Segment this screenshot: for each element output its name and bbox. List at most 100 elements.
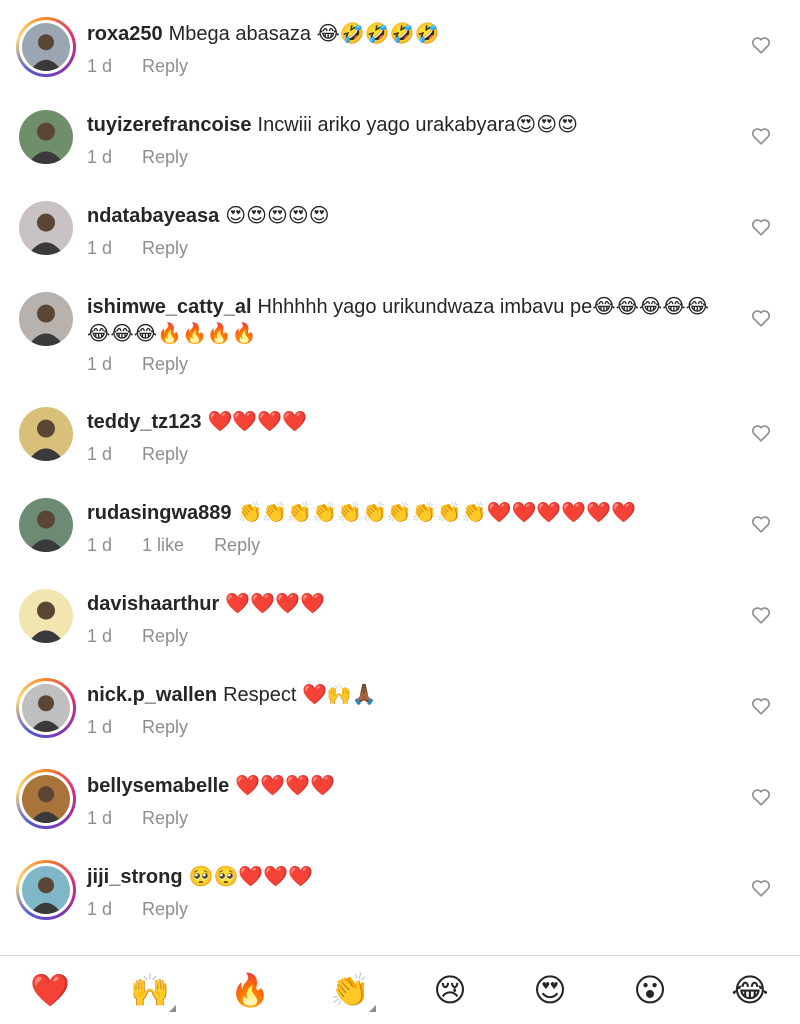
skin-tone-indicator <box>369 1005 376 1012</box>
comment-meta: 1 d Reply <box>87 354 218 375</box>
avatar-photo <box>22 866 70 914</box>
avatar-frame <box>19 292 73 346</box>
reaction-heart-eyes-icon[interactable]: 😍 <box>528 970 572 1010</box>
like-heart-icon[interactable] <box>750 34 772 56</box>
comment-timestamp: 1 d <box>87 808 113 828</box>
comment-meta: 1 d Reply <box>87 626 218 647</box>
comment-username[interactable]: davishaarthur <box>87 593 219 615</box>
reply-button[interactable]: Reply <box>142 899 188 919</box>
avatar[interactable] <box>19 292 73 346</box>
comment-timestamp: 1 d <box>87 717 113 737</box>
comment-meta: 1 d Reply <box>87 238 218 259</box>
avatar-frame <box>19 407 73 461</box>
comment-body: 🥺🥺❤️❤️❤️ <box>188 866 314 888</box>
reply-button[interactable]: Reply <box>142 626 188 646</box>
avatar[interactable] <box>16 678 76 738</box>
reaction-surprised-face-icon[interactable]: 😮 <box>628 970 672 1010</box>
comment-timestamp: 1 d <box>87 147 113 167</box>
avatar-frame <box>19 863 73 917</box>
comment-text: ishimwe_catty_al Hhhhhh yago urikundwaza … <box>87 294 727 348</box>
avatar[interactable] <box>16 860 76 920</box>
reaction-heart-icon[interactable]: ❤️ <box>28 970 72 1010</box>
comment-text: ndatabayeasa 😍😍😍😍😍 <box>87 203 727 230</box>
reply-button[interactable]: Reply <box>142 147 188 167</box>
reaction-tears-of-joy-icon[interactable]: 😂 <box>728 970 772 1010</box>
comment-meta: 1 d Reply <box>87 899 218 920</box>
avatar-frame <box>19 772 73 826</box>
avatar[interactable] <box>19 498 73 552</box>
avatar-frame <box>19 110 73 164</box>
reaction-raising-hands-icon[interactable]: 🙌 <box>128 970 176 1012</box>
comment-username[interactable]: bellysemabelle <box>87 775 229 797</box>
avatar-photo <box>19 407 73 461</box>
comment-meta: 1 d Reply <box>87 147 218 168</box>
comment-username[interactable]: jiji_strong <box>87 866 183 888</box>
reply-button[interactable]: Reply <box>142 717 188 737</box>
reply-button[interactable]: Reply <box>142 238 188 258</box>
like-heart-icon[interactable] <box>750 125 772 147</box>
avatar[interactable] <box>19 589 73 643</box>
comment-timestamp: 1 d <box>87 899 113 919</box>
comment-username[interactable]: ndatabayeasa <box>87 205 219 227</box>
emoji-reaction-bar: ❤️ 🙌 🔥 👏 😢 😍 😮 😂 <box>0 955 800 1024</box>
comment-timestamp: 1 d <box>87 535 113 555</box>
avatar[interactable] <box>16 769 76 829</box>
reaction-fire-icon[interactable]: 🔥 <box>228 970 272 1010</box>
comment-timestamp: 1 d <box>87 444 113 464</box>
like-heart-icon[interactable] <box>750 307 772 329</box>
comment-like-count[interactable]: 1 like <box>142 535 184 555</box>
avatar-photo <box>19 589 73 643</box>
skin-tone-indicator <box>169 1005 176 1012</box>
comment-username[interactable]: teddy_tz123 <box>87 411 202 433</box>
avatar-photo <box>22 775 70 823</box>
avatar[interactable] <box>16 17 76 77</box>
comment-text: roxa250 Mbega abasaza 😂🤣🤣🤣🤣 <box>87 21 727 48</box>
reply-button[interactable]: Reply <box>142 444 188 464</box>
avatar[interactable] <box>19 110 73 164</box>
comment-username[interactable]: tuyizerefrancoise <box>87 114 252 136</box>
avatar-photo <box>19 110 73 164</box>
reply-button[interactable]: Reply <box>214 535 260 555</box>
comment-text: teddy_tz123 ❤️❤️❤️❤️ <box>87 409 727 436</box>
comment-meta: 1 d Reply <box>87 56 218 77</box>
comment-text: jiji_strong 🥺🥺❤️❤️❤️ <box>87 864 727 891</box>
comment-body: Mbega abasaza 😂🤣🤣🤣🤣 <box>168 23 440 45</box>
like-heart-icon[interactable] <box>750 604 772 626</box>
like-heart-icon[interactable] <box>750 513 772 535</box>
comment-text: nick.p_wallen Respect ❤️🙌🙏🏾 <box>87 682 727 709</box>
avatar-photo <box>19 201 73 255</box>
like-heart-icon[interactable] <box>750 786 772 808</box>
like-heart-icon[interactable] <box>750 216 772 238</box>
like-heart-icon[interactable] <box>750 877 772 899</box>
like-heart-icon[interactable] <box>750 695 772 717</box>
avatar[interactable] <box>19 201 73 255</box>
comment-text: tuyizerefrancoise Incwiii ariko yago urak… <box>87 112 727 139</box>
avatar-photo <box>22 23 70 71</box>
avatar-frame <box>19 201 73 255</box>
avatar[interactable] <box>19 407 73 461</box>
comment-body: ❤️❤️❤️❤️ <box>235 775 335 797</box>
comment-meta: 1 d Reply <box>87 444 218 465</box>
comment-body: Respect ❤️🙌🙏🏾 <box>223 684 377 706</box>
comment-text: davishaarthur ❤️❤️❤️❤️ <box>87 591 727 618</box>
comment-timestamp: 1 d <box>87 238 113 258</box>
reaction-clapping-hands-icon[interactable]: 👏 <box>328 970 376 1012</box>
comment-username[interactable]: nick.p_wallen <box>87 684 217 706</box>
comment-username[interactable]: rudasingwa889 <box>87 502 232 524</box>
reply-button[interactable]: Reply <box>142 56 188 76</box>
reaction-crying-face-icon[interactable]: 😢 <box>428 970 472 1010</box>
comment-body: ❤️❤️❤️❤️ <box>207 411 308 433</box>
avatar-frame <box>19 498 73 552</box>
comment-text: rudasingwa889 👏👏👏👏👏👏👏👏👏👏❤️❤️❤️❤️❤️❤️ <box>87 500 727 527</box>
avatar-frame <box>19 681 73 735</box>
comment-username[interactable]: ishimwe_catty_al <box>87 296 252 318</box>
comment-body: ❤️❤️❤️❤️ <box>225 593 325 615</box>
reply-button[interactable]: Reply <box>142 354 188 374</box>
comment-body: Incwiii ariko yago urakabyara😍😍😍 <box>257 114 578 136</box>
comment-meta: 1 d Reply <box>87 808 218 829</box>
reply-button[interactable]: Reply <box>142 808 188 828</box>
avatar-photo <box>19 292 73 346</box>
like-heart-icon[interactable] <box>750 422 772 444</box>
comment-username[interactable]: roxa250 <box>87 23 163 45</box>
avatar-frame <box>19 20 73 74</box>
